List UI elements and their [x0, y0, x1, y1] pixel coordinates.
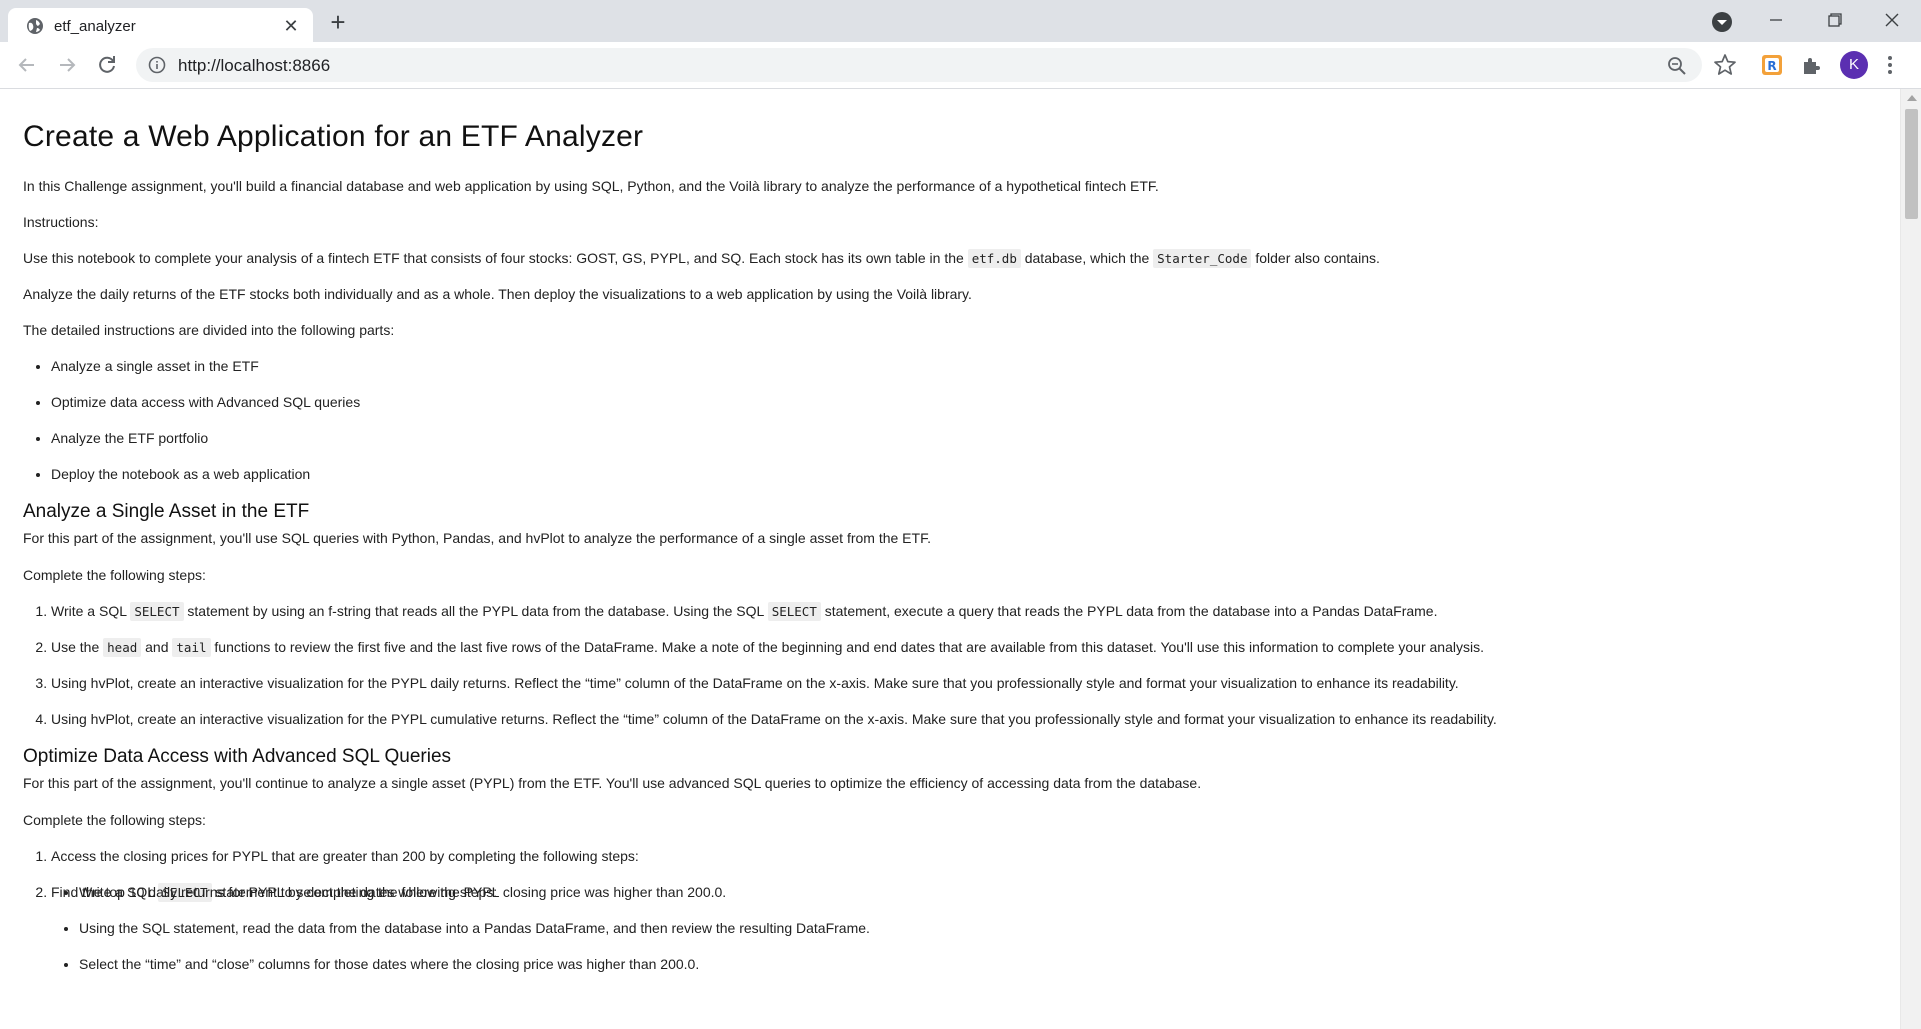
- browser-tab[interactable]: etf_analyzer ✕: [8, 8, 313, 42]
- code-select: SELECT: [767, 602, 821, 621]
- step-item: Using hvPlot, create an interactive visu…: [51, 701, 1883, 737]
- scrollbar-thumb[interactable]: [1905, 109, 1918, 219]
- page-title: Create a Web Application for an ETF Anal…: [23, 120, 644, 153]
- zoom-out-icon[interactable]: [1666, 55, 1688, 77]
- tab-title: etf_analyzer: [54, 18, 136, 35]
- list-item: Analyze a single asset in the ETF: [51, 348, 1883, 384]
- section1-steps: Write a SQL SELECT statement by using an…: [23, 593, 1883, 737]
- code-etf-db: etf.db: [967, 249, 1021, 268]
- url-text[interactable]: http://localhost:8866: [178, 56, 330, 76]
- section2-steps: Access the closing prices for PYPL that …: [23, 838, 1883, 972]
- section-heading-optimize-sql: Optimize Data Access with Advanced SQL Q…: [23, 746, 452, 767]
- extensions-puzzle-icon[interactable]: [1800, 53, 1824, 77]
- globe-icon: [27, 18, 43, 34]
- intro-paragraph: In this Challenge assignment, you'll bui…: [23, 178, 1159, 194]
- list-item: Optimize data access with Advanced SQL q…: [51, 384, 1883, 420]
- substep-item: Select the “time” and “close” columns fo…: [79, 946, 1883, 982]
- use-notebook-paragraph: Use this notebook to complete your analy…: [23, 249, 1380, 268]
- code-select: SELECT: [130, 602, 184, 621]
- tab-search-icon[interactable]: [1710, 10, 1734, 34]
- address-bar[interactable]: http://localhost:8866: [136, 48, 1702, 82]
- step-item: Use the head and tail functions to revie…: [51, 629, 1883, 665]
- reload-icon[interactable]: [92, 50, 122, 80]
- more-options-icon[interactable]: [1883, 53, 1897, 77]
- scroll-up-icon[interactable]: [1907, 95, 1917, 101]
- back-arrow-icon[interactable]: [12, 50, 42, 80]
- step-item: Find the top 10 daily returns for PYPL b…: [51, 874, 1883, 910]
- code-tail: tail: [172, 638, 211, 657]
- code-starter-code: Starter_Code: [1153, 249, 1252, 268]
- section1-description: For this part of the assignment, you'll …: [23, 530, 931, 546]
- list-item: Analyze the ETF portfolio: [51, 420, 1883, 456]
- forward-arrow-icon[interactable]: [52, 50, 82, 80]
- bookmark-star-icon[interactable]: [1712, 52, 1738, 78]
- notebook-content: Create a Web Application for an ETF Anal…: [23, 89, 1883, 972]
- section2-description: For this part of the assignment, you'll …: [23, 775, 1202, 791]
- profile-avatar[interactable]: K: [1840, 51, 1868, 79]
- list-item: Deploy the notebook as a web application: [51, 456, 1883, 492]
- code-head: head: [103, 638, 142, 657]
- step-item: Write a SQL SELECT statement by using an…: [51, 593, 1883, 629]
- tab-strip: etf_analyzer ✕ +: [0, 0, 1921, 42]
- svg-text:R: R: [1767, 59, 1776, 73]
- info-icon[interactable]: [148, 56, 166, 74]
- analyze-daily-paragraph: Analyze the daily returns of the ETF sto…: [23, 286, 972, 302]
- close-window-icon[interactable]: [1872, 6, 1912, 34]
- substep-item: Using the SQL statement, read the data f…: [79, 910, 1883, 946]
- new-tab-icon[interactable]: +: [324, 9, 352, 37]
- parts-label: The detailed instructions are divided in…: [23, 322, 395, 338]
- step-item: Using hvPlot, create an interactive visu…: [51, 665, 1883, 701]
- minimize-icon[interactable]: [1756, 6, 1796, 34]
- close-tab-icon[interactable]: ✕: [280, 15, 302, 37]
- browser-toolbar: http://localhost:8866 R K: [0, 42, 1921, 89]
- page-scrollbar[interactable]: [1900, 89, 1921, 1029]
- extension-r-icon[interactable]: R: [1761, 54, 1783, 76]
- parts-list: Analyze a single asset in the ETF Optimi…: [23, 348, 1883, 492]
- step-item: Access the closing prices for PYPL that …: [51, 838, 1883, 972]
- instructions-label: Instructions:: [23, 214, 99, 230]
- section2-steps-label: Complete the following steps:: [23, 812, 206, 828]
- section-heading-single-asset: Analyze a Single Asset in the ETF: [23, 501, 310, 522]
- section1-steps-label: Complete the following steps:: [23, 567, 206, 583]
- restore-icon[interactable]: [1814, 6, 1854, 34]
- page-viewport: Create a Web Application for an ETF Anal…: [0, 89, 1900, 1029]
